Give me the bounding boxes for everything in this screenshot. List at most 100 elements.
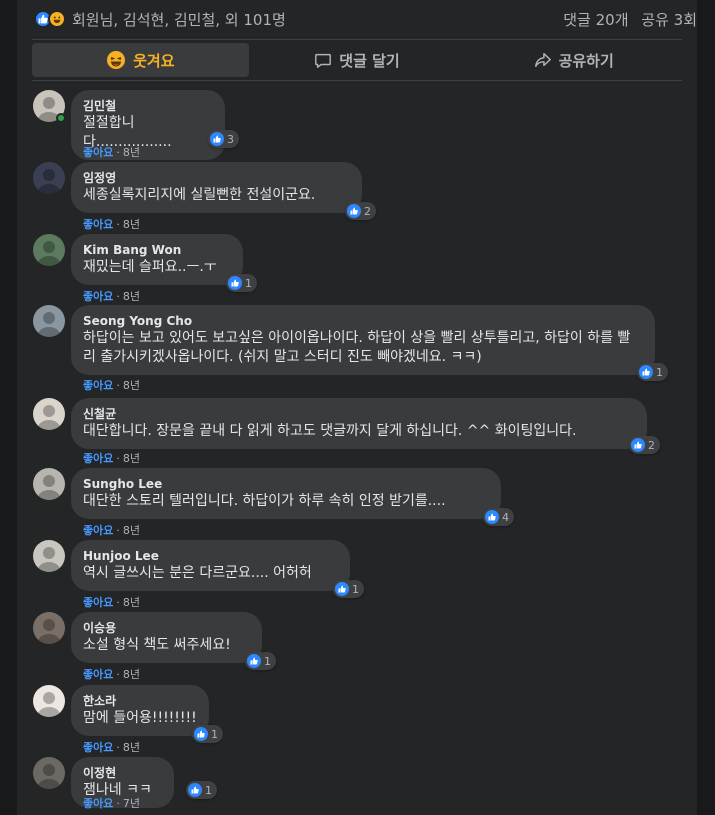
comment-text: 소설 형식 책도 써주세요!: [83, 637, 231, 653]
avatar[interactable]: [33, 757, 65, 789]
avatar[interactable]: [33, 540, 65, 572]
reaction-count-badge[interactable]: 2: [345, 202, 376, 220]
comment-author[interactable]: 한소라: [83, 693, 197, 709]
avatar[interactable]: [33, 305, 65, 337]
comment-age[interactable]: 7년: [123, 797, 140, 810]
reaction-count-badge[interactable]: 1: [637, 363, 668, 381]
separator-dot: ·: [116, 797, 120, 810]
comment-button[interactable]: 댓글 달기: [249, 43, 466, 77]
comment-count[interactable]: 댓글 20개: [563, 11, 628, 29]
like-link[interactable]: 좋아요: [83, 146, 113, 159]
haha-icon: [107, 51, 126, 69]
comment-meta: 좋아요 · 8년: [83, 594, 140, 610]
comment-author[interactable]: 이정현: [83, 765, 162, 781]
comment-author[interactable]: 이승용: [83, 620, 250, 636]
comment-text: 대단한 스토리 텔러입니다. 하답이가 하루 속히 인정 받기를....: [83, 493, 446, 509]
comment-meta: 좋아요 · 8년: [83, 377, 140, 393]
avatar[interactable]: [33, 398, 65, 430]
like-icon: [188, 783, 202, 797]
comment-age[interactable]: 8년: [123, 452, 140, 465]
comment-bubble: Seong Yong Cho 하답이는 보고 있어도 보고싶은 아이이옵나이다. …: [71, 305, 655, 375]
avatar[interactable]: [33, 162, 65, 194]
reaction-count: 1: [656, 365, 663, 379]
like-icon: [194, 727, 208, 741]
comment-bubble: Hunjoo Lee 역시 글쓰시는 분은 다르군요.... 어허허: [71, 540, 350, 591]
comment-age[interactable]: 8년: [123, 290, 140, 303]
reaction-count-badge[interactable]: 3: [208, 130, 239, 148]
comment-text: 대단합니다. 장문을 끝내 다 읽게 하고도 댓글까지 달게 하십니다. ^^ …: [83, 423, 577, 439]
comment-author[interactable]: Seong Yong Cho: [83, 313, 643, 329]
comment-age[interactable]: 8년: [123, 379, 140, 392]
comment-author[interactable]: Kim Bang Won: [83, 242, 231, 258]
comment-author[interactable]: 임정영: [83, 170, 350, 186]
comment-bubble: Sungho Lee 대단한 스토리 텔러입니다. 하답이가 하루 속히 인정 받…: [71, 468, 501, 519]
like-link[interactable]: 좋아요: [83, 290, 113, 303]
avatar[interactable]: [33, 468, 65, 500]
reaction-count-badge[interactable]: 2: [629, 436, 660, 454]
like-link[interactable]: 좋아요: [83, 524, 113, 537]
reaction-count: 2: [648, 438, 655, 452]
comment-meta: 좋아요 · 8년: [83, 450, 140, 466]
separator-dot: ·: [116, 218, 120, 231]
comment-author[interactable]: Hunjoo Lee: [83, 548, 338, 564]
comment-author[interactable]: 김민철: [83, 98, 213, 114]
reaction-count-badge[interactable]: 4: [483, 508, 514, 526]
comment-age[interactable]: 8년: [123, 524, 140, 537]
like-link[interactable]: 좋아요: [83, 668, 113, 681]
comment-age[interactable]: 8년: [123, 596, 140, 609]
reaction-count: 4: [502, 510, 509, 524]
comment-age[interactable]: 8년: [123, 218, 140, 231]
comment-age[interactable]: 8년: [123, 741, 140, 754]
comment-icon: [315, 53, 332, 68]
separator-dot: ·: [116, 146, 120, 159]
separator-dot: ·: [116, 452, 120, 465]
comment-meta: 좋아요 · 8년: [83, 216, 140, 232]
share-button[interactable]: 공유하기: [465, 43, 682, 77]
like-link[interactable]: 좋아요: [83, 218, 113, 231]
comment-meta: 좋아요 · 8년: [83, 288, 140, 304]
summary-counts: 댓글 20개 공유 3회: [555, 9, 697, 30]
comment-text: 맘에 들어용!!!!!!!!: [83, 710, 197, 726]
avatar[interactable]: [33, 685, 65, 717]
avatar[interactable]: [33, 612, 65, 644]
comment-meta: 좋아요 · 8년: [83, 144, 140, 160]
reaction-summary: 회원님, 김석현, 김민철, 외 101명 댓글 20개 공유 3회: [34, 0, 697, 38]
comment-age[interactable]: 8년: [123, 668, 140, 681]
post-actions-bar: 웃겨요 댓글 달기 공유하기: [32, 39, 682, 81]
reactors-text[interactable]: 회원님, 김석현, 김민철, 외 101명: [72, 9, 286, 30]
like-link[interactable]: 좋아요: [83, 797, 113, 810]
reaction-count-badge[interactable]: 1: [333, 580, 364, 598]
reaction-count: 3: [227, 132, 234, 146]
reaction-count-badge[interactable]: 1: [226, 274, 257, 292]
reaction-count-badge[interactable]: 1: [245, 652, 276, 670]
share-label: 공유하기: [558, 51, 614, 70]
like-link[interactable]: 좋아요: [83, 596, 113, 609]
comment-meta: 좋아요 · 8년: [83, 522, 140, 538]
comment-bubble: 신철균 대단합니다. 장문을 끝내 다 읽게 하고도 댓글까지 달게 하십니다. …: [71, 398, 647, 449]
comment-text: 하답이는 보고 있어도 보고싶은 아이이옵나이다. 하답이 상을 빨리 상투틀리…: [83, 330, 631, 365]
comment-meta: 좋아요 · 8년: [83, 739, 140, 755]
like-icon: [639, 365, 653, 379]
comment-bubble: 한소라 맘에 들어용!!!!!!!!: [71, 685, 209, 736]
reaction-count-badge[interactable]: 1: [192, 725, 223, 743]
comment-author[interactable]: 신철균: [83, 406, 635, 422]
reaction-count-badge[interactable]: 1: [186, 781, 217, 799]
separator-dot: ·: [116, 290, 120, 303]
comment-bubble: Kim Bang Won 재밌는데 슬퍼요..ㅡ.ㅜ: [71, 234, 243, 285]
haha-icon: [48, 10, 66, 28]
like-icon: [335, 582, 349, 596]
like-link[interactable]: 좋아요: [83, 741, 113, 754]
share-count[interactable]: 공유 3회: [641, 11, 697, 29]
comment-age[interactable]: 8년: [123, 146, 140, 159]
comment-author[interactable]: Sungho Lee: [83, 476, 489, 492]
reaction-count: 2: [364, 204, 371, 218]
like-link[interactable]: 좋아요: [83, 379, 113, 392]
reactors-group[interactable]: 회원님, 김석현, 김민철, 외 101명: [34, 9, 286, 30]
like-link[interactable]: 좋아요: [83, 452, 113, 465]
separator-dot: ·: [116, 741, 120, 754]
avatar[interactable]: [33, 234, 65, 266]
reaction-count: 1: [205, 783, 212, 797]
laugh-reaction-button[interactable]: 웃겨요: [32, 43, 249, 77]
like-icon: [485, 510, 499, 524]
comment-bubble: 임정영 세종실록지리지에 실릴뻔한 전설이군요.: [71, 162, 362, 213]
